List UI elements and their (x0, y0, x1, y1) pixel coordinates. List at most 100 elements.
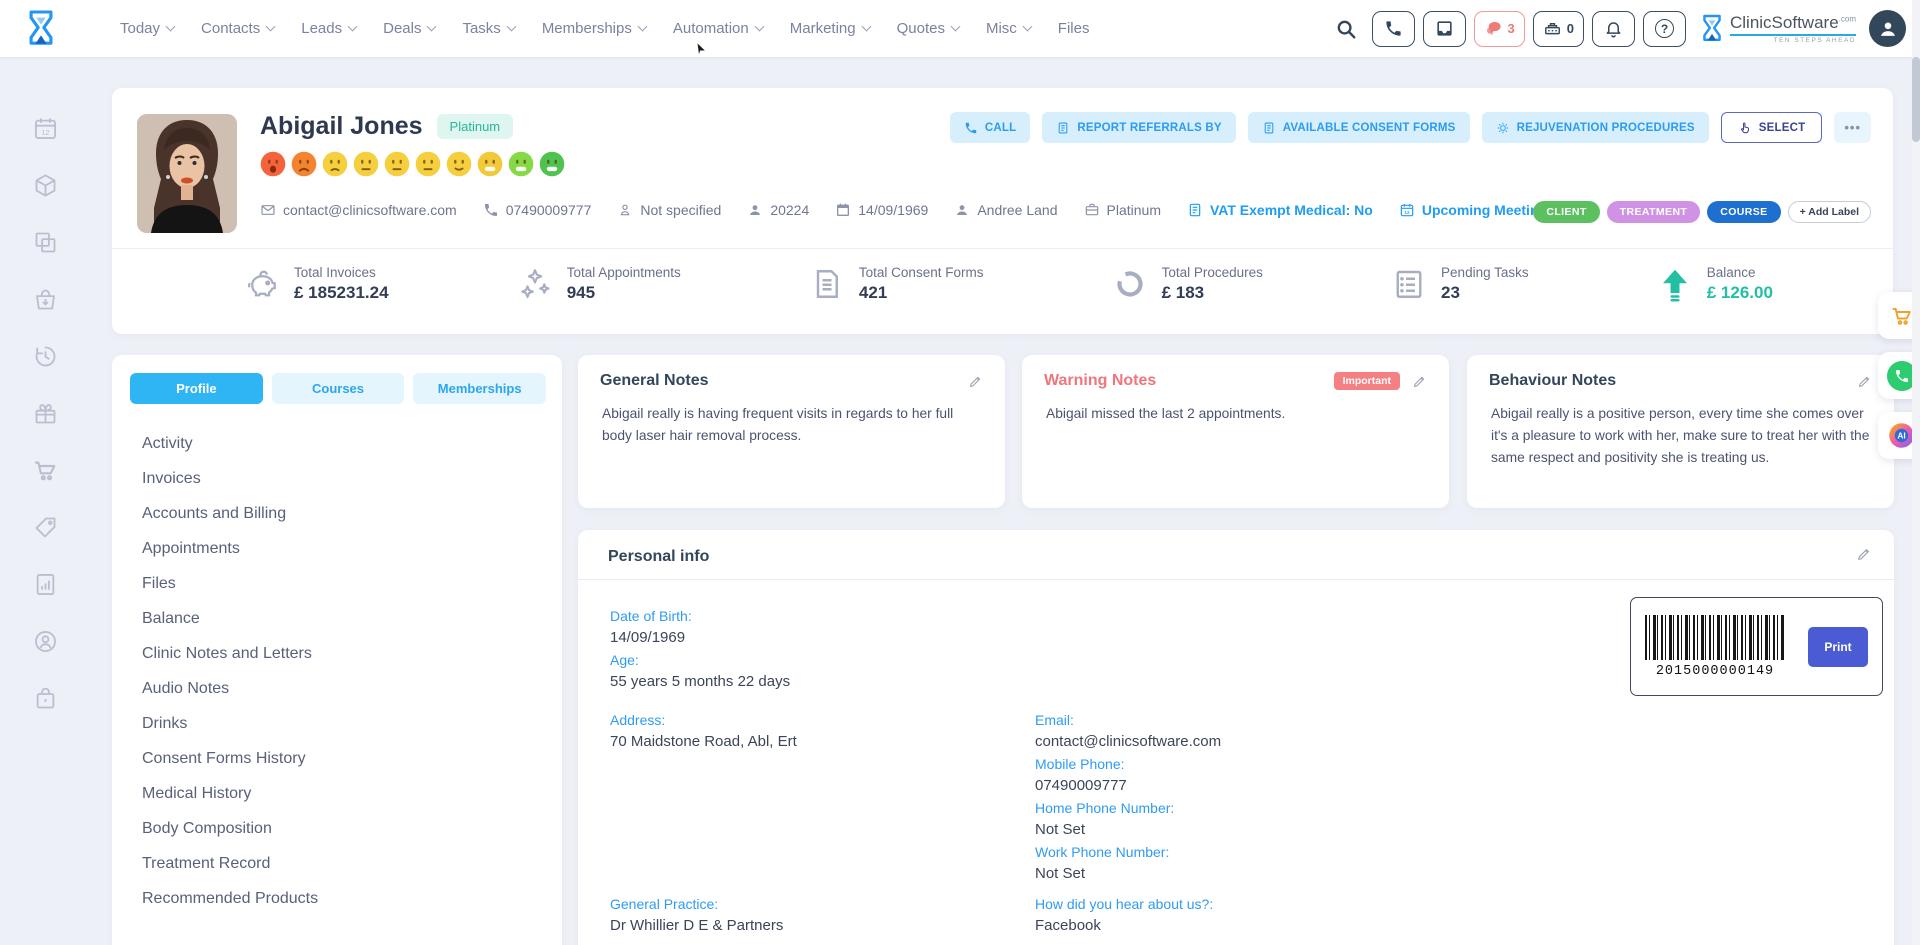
sidebar-item-balance[interactable]: Balance (142, 601, 546, 636)
sidebar-item-drinks[interactable]: Drinks (142, 706, 546, 741)
sidebar-item-clinic-notes-and-letters[interactable]: Clinic Notes and Letters (142, 636, 546, 671)
patient-photo[interactable] (137, 114, 237, 233)
field-work-phone-number: Work Phone Number: Not Set (1035, 842, 1221, 886)
patient-name: Abigail Jones (260, 112, 423, 140)
calendar-icon (835, 202, 851, 218)
tab-profile[interactable]: Profile (130, 373, 263, 404)
edit-pencil-icon[interactable] (1856, 546, 1872, 567)
question-icon: ? (1655, 19, 1674, 38)
note-text: Abigail really is having frequent visits… (602, 406, 954, 444)
edit-pencil-icon[interactable] (968, 374, 983, 389)
chat-bubbles-icon (1484, 19, 1503, 38)
nav-files[interactable]: Files (1058, 20, 1090, 37)
rail-locker-icon[interactable] (32, 685, 59, 712)
rail-report-icon[interactable] (32, 571, 59, 598)
field-email: Email: contact@clinicsoftware.com (1035, 710, 1221, 754)
rejuvenation-procedures-button[interactable]: REJUVENATION PROCEDURES (1481, 112, 1709, 143)
nav-automation[interactable]: Automation (673, 20, 765, 37)
brand-logo[interactable]: ClinicSoftware.com TEN STEPS AHEAD (1699, 13, 1856, 45)
notifications-button[interactable] (1592, 10, 1635, 47)
page-scrollbar[interactable] (1912, 0, 1920, 945)
divider (112, 248, 1893, 249)
chevron-down-icon (637, 21, 648, 32)
nav-misc[interactable]: Misc (986, 20, 1033, 37)
field-label: Mobile Phone: (1035, 756, 1125, 772)
tag-client[interactable]: CLIENT (1533, 201, 1600, 223)
stat-pending-tasks: Pending Tasks 23 (1391, 265, 1529, 303)
sidebar-item-invoices[interactable]: Invoices (142, 461, 546, 496)
inbox-button[interactable] (1422, 10, 1466, 47)
sidebar-item-files[interactable]: Files (142, 566, 546, 601)
scrollbar-thumb[interactable] (1912, 57, 1920, 142)
nav-memberships[interactable]: Memberships (542, 20, 648, 37)
app-logo-icon[interactable] (24, 9, 58, 49)
rail-history-icon[interactable] (32, 343, 59, 370)
help-button[interactable]: ? (1643, 10, 1686, 47)
tab-courses[interactable]: Courses (271, 373, 405, 404)
tab-memberships[interactable]: Memberships (413, 373, 547, 404)
user-avatar[interactable] (1869, 10, 1906, 47)
nav-deals[interactable]: Deals (383, 20, 437, 37)
phone-call-button[interactable] (1371, 10, 1415, 47)
search-icon[interactable] (1335, 18, 1357, 40)
rail-gift-icon[interactable] (32, 400, 59, 427)
field-home-phone-number: Home Phone Number: Not Set (1035, 798, 1221, 842)
rail-cart-icon[interactable] (32, 457, 59, 484)
contact-upcoming-meetings[interactable]: 12 Upcoming Meetings (1399, 202, 1555, 218)
available-consent-forms-button[interactable]: AVAILABLE CONSENT FORMS (1247, 112, 1470, 143)
chat-button[interactable]: 3 (1473, 10, 1525, 47)
nav-marketing[interactable]: Marketing (790, 20, 872, 37)
nav-leads[interactable]: Leads (301, 20, 358, 37)
contact-vat-exempt-medical-no[interactable]: VAT Exempt Medical: No (1187, 202, 1373, 218)
phone-icon (1384, 19, 1403, 38)
nav-today[interactable]: Today (120, 20, 176, 37)
sidebar-item-activity[interactable]: Activity (142, 426, 546, 461)
call-button[interactable]: CALL (949, 112, 1031, 143)
sidebar-item-audio-notes[interactable]: Audio Notes (142, 671, 546, 706)
nav-quotes[interactable]: Quotes (897, 20, 961, 37)
field-value: Not Set (1035, 865, 1086, 882)
select-button[interactable]: SELECT (1720, 112, 1823, 143)
field-general-practice: General Practice: Dr Whillier D E & Partn… (610, 894, 1035, 938)
sidebar-item-treatment-record[interactable]: Treatment Record (142, 846, 546, 881)
sidebar-item-accounts-and-billing[interactable]: Accounts and Billing (142, 496, 546, 531)
personal-left-column: Date of Birth: 14/09/1969 Age: 55 years 5 m… (610, 606, 1035, 938)
chevron-down-icon (506, 21, 517, 32)
contact-07490009777[interactable]: 07490009777 (483, 202, 591, 218)
report-referrals-by-button[interactable]: REPORT REFERRALS BY (1042, 112, 1236, 143)
rail-account-icon[interactable] (32, 628, 59, 655)
field-label: Work Phone Number: (1035, 844, 1170, 860)
contact-contact-clinicsoftware-com[interactable]: contact@clinicsoftware.com (260, 202, 457, 218)
header-actions: CALL REPORT REFERRALS BY AVAILABLE CONSENT… (949, 112, 1871, 143)
sidebar-item-medical-history[interactable]: Medical History (142, 776, 546, 811)
rail-basket-icon[interactable] (32, 286, 59, 313)
edit-pencil-icon[interactable] (1857, 374, 1872, 389)
register-button[interactable]: 0 (1532, 10, 1584, 47)
field-label: Address: (610, 712, 666, 728)
field-label: Email: (1035, 712, 1074, 728)
tag-treatment[interactable]: TREATMENT (1606, 201, 1701, 223)
sidebar-item-consent-forms-history[interactable]: Consent Forms History (142, 741, 546, 776)
tag-course[interactable]: COURSE (1707, 201, 1781, 223)
field-label: Date of Birth: (610, 608, 692, 624)
sidebar-item-recommended-products[interactable]: Recommended Products (142, 881, 546, 916)
procedures-icon (1496, 121, 1510, 135)
profile-tabs: Profile Courses Memberships (130, 373, 547, 404)
field-age: Age: 55 years 5 months 22 days (610, 650, 1035, 694)
field-address: Address: 70 Maidstone Road, Abl, Ert (610, 710, 1035, 754)
sidebar-item-appointments[interactable]: Appointments (142, 531, 546, 566)
sidebar-item-body-composition[interactable]: Body Composition (142, 811, 546, 846)
rail-voucher-icon[interactable] (32, 514, 59, 541)
add-label-button[interactable]: + Add Label (1787, 201, 1871, 223)
nav-tasks[interactable]: Tasks (462, 20, 517, 37)
mood-face-7 (446, 151, 472, 182)
more-actions-button[interactable]: ••• (1834, 112, 1871, 143)
tasks-icon (1391, 266, 1427, 302)
rail-calendar12-icon[interactable]: 12 (32, 115, 59, 142)
brand-hourglass-icon (1699, 13, 1725, 45)
nav-contacts[interactable]: Contacts (201, 20, 276, 37)
print-button[interactable]: Print (1808, 626, 1868, 667)
edit-pencil-icon[interactable] (1412, 374, 1427, 389)
rail-package-icon[interactable] (32, 172, 59, 199)
rail-copy-icon[interactable] (32, 229, 59, 256)
